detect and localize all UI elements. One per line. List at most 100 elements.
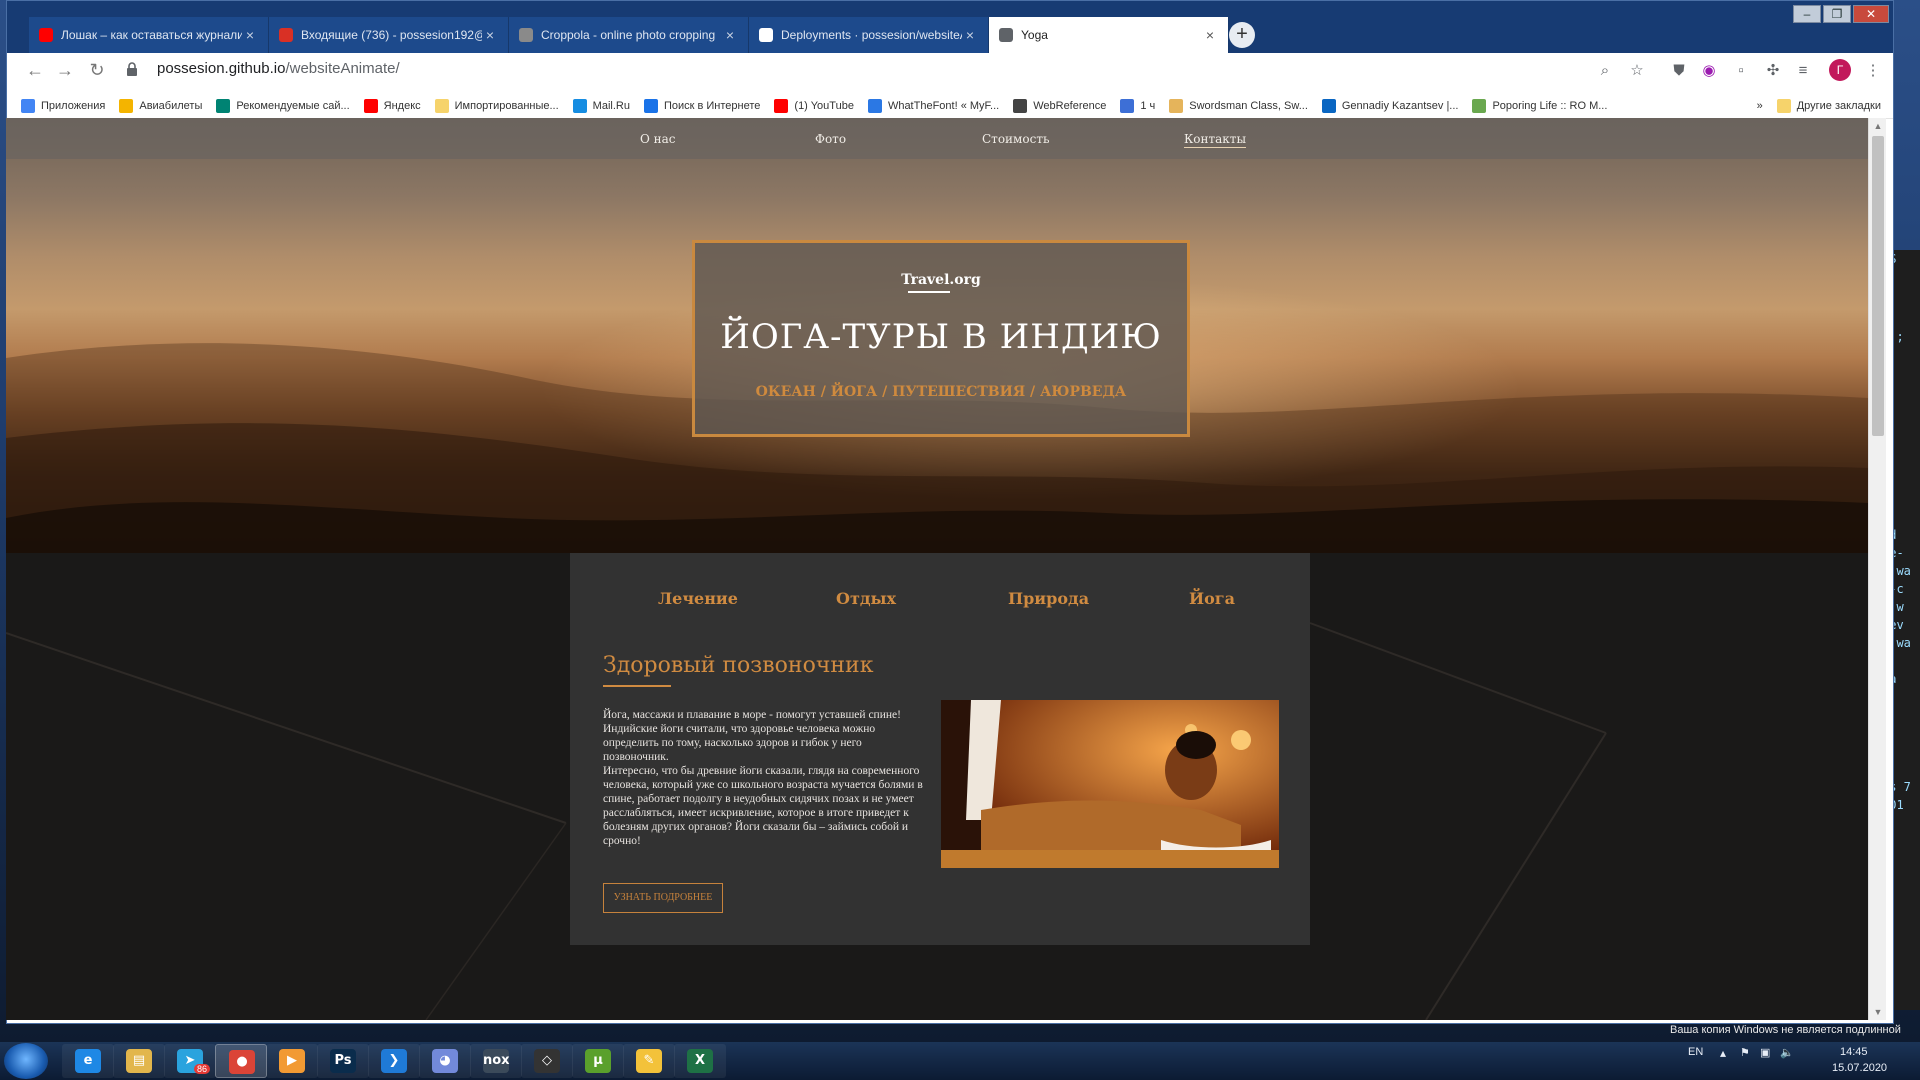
bookmark-label: Mail.Ru [592, 99, 630, 112]
shield-extension-icon[interactable]: ⛊ [1669, 61, 1689, 81]
other-bookmarks[interactable]: Другие закладки [1776, 98, 1881, 113]
bookmark-item[interactable]: WhatTheFont! « MyF... [867, 98, 999, 113]
bookmark-item[interactable]: Рекомендуемые сай... [216, 98, 350, 113]
taskbar-ie[interactable]: e [62, 1044, 114, 1078]
lock-icon[interactable] [125, 61, 139, 77]
myfonts-icon [867, 98, 882, 113]
nav-about[interactable]: О нас [640, 132, 676, 146]
taskbar-utorrent[interactable]: µ [572, 1044, 624, 1078]
bookmark-item[interactable]: Mail.Ru [572, 98, 630, 113]
bookmark-item[interactable]: Приложения [21, 98, 105, 113]
close-tab-icon[interactable]: × [962, 27, 978, 43]
folder-icon [434, 98, 449, 113]
unity-icon: ◇ [534, 1049, 560, 1073]
tray-up-arrow-icon[interactable]: ▴ [1720, 1046, 1726, 1060]
forward-arrow-icon[interactable]: → [55, 60, 75, 80]
bing-icon [216, 98, 231, 113]
taskbar-vscode[interactable]: ❯ [368, 1044, 420, 1078]
close-window-button[interactable]: ✕ [1853, 5, 1889, 23]
minimize-button[interactable]: – [1793, 5, 1821, 23]
taskbar-photoshop[interactable]: Ps [317, 1044, 369, 1078]
address-bar[interactable]: possesion.github.io/websiteAnimate/ [157, 60, 400, 77]
clock-time[interactable]: 14:45 [1840, 1046, 1868, 1058]
browser-tab[interactable]: Лошак – как оставаться журналист × [29, 17, 269, 53]
menu-kebab-icon[interactable]: ⋮ [1863, 61, 1883, 81]
tab-nature[interactable]: Природа [1008, 589, 1089, 608]
browser-tab[interactable]: Croppola - online photo cropping × [509, 17, 749, 53]
start-button[interactable] [4, 1043, 48, 1079]
browser-tab[interactable]: Yoga × [989, 17, 1229, 53]
bookmark-item[interactable]: WebReference [1013, 98, 1106, 113]
tab-yoga[interactable]: Йога [1189, 589, 1235, 608]
media-queue-icon[interactable]: ≡ [1793, 61, 1813, 81]
tab-title: Croppola - online photo cropping [541, 28, 716, 42]
learn-more-button[interactable]: УЗНАТЬ ПОДРОБНЕЕ [603, 883, 723, 913]
close-tab-icon[interactable]: × [482, 27, 498, 43]
close-tab-icon[interactable]: × [1202, 27, 1218, 43]
scrollbar-thumb[interactable] [1872, 136, 1884, 436]
reload-icon[interactable]: ↻ [87, 60, 107, 80]
tab-rest[interactable]: Отдых [836, 589, 896, 608]
discord-icon: ◕ [432, 1049, 458, 1073]
puzzle-icon[interactable]: ✣ [1763, 61, 1783, 81]
ie-icon: e [75, 1049, 101, 1073]
hero-subtitle: ОКЕАН / ЙОГА / ПУТЕШЕСТВИЯ / АЮРВЕДА [755, 384, 1127, 400]
tab-treatment[interactable]: Лечение [658, 589, 738, 608]
hero-brand[interactable]: Travel.org [695, 272, 1187, 288]
flag-icon[interactable]: ⚑ [1740, 1046, 1750, 1059]
yandex-icon [363, 98, 378, 113]
star-icon[interactable]: ☆ [1627, 61, 1647, 81]
taskbar-editor[interactable]: ✎ [623, 1044, 675, 1078]
zoom-icon[interactable]: ⌕ [1595, 61, 1615, 81]
new-tab-button[interactable]: + [1229, 22, 1255, 48]
bookmark-label: Рекомендуемые сай... [236, 99, 350, 112]
taskbar-unity[interactable]: ◇ [521, 1044, 573, 1078]
browser-tab[interactable]: Входящие (736) - possesion192@g × [269, 17, 509, 53]
close-tab-icon[interactable]: × [722, 27, 738, 43]
info-card: Лечение Отдых Природа Йога Здоровый позв… [570, 553, 1310, 945]
blank-extension-icon[interactable]: ▫ [1731, 61, 1751, 81]
browser-tab[interactable]: Deployments · possesion/websiteAn × [749, 17, 989, 53]
cast-extension-icon[interactable]: ◉ [1699, 61, 1719, 81]
overflow-icon: » [1756, 99, 1763, 112]
language-indicator[interactable]: EN [1688, 1046, 1703, 1058]
bookmark-item[interactable]: (1) YouTube [774, 98, 854, 113]
brand-underline [908, 291, 950, 293]
bookmark-item[interactable]: Gennadiy Kazantsev |... [1321, 98, 1458, 113]
profile-avatar[interactable]: Г [1829, 59, 1851, 81]
taskbar-discord[interactable]: ◕ [419, 1044, 471, 1078]
bookmark-item[interactable]: Импортированные... [434, 98, 559, 113]
close-tab-icon[interactable]: × [242, 27, 258, 43]
network-icon[interactable]: ▣ [1760, 1046, 1770, 1059]
maximize-button[interactable]: ❐ [1823, 5, 1851, 23]
hero-box: Travel.org ЙОГА-ТУРЫ В ИНДИЮ ОКЕАН / ЙОГ… [692, 240, 1190, 437]
nav-contacts[interactable]: Контакты [1184, 132, 1246, 148]
taskbar-media[interactable]: ▶ [266, 1044, 318, 1078]
scroll-down-icon[interactable]: ▼ [1872, 1006, 1884, 1018]
bookmark-item[interactable]: Poporing Life :: RO M... [1472, 98, 1608, 113]
page-scrollbar[interactable]: ▲ ▼ [1868, 118, 1886, 1020]
globe-icon [999, 28, 1013, 42]
clock-date[interactable]: 15.07.2020 [1832, 1062, 1887, 1074]
taskbar-explorer[interactable]: ▤ [113, 1044, 165, 1078]
taskbar-nox[interactable]: nox [470, 1044, 522, 1078]
bookmark-item[interactable]: Яндекс [363, 98, 421, 113]
taskbar-chrome[interactable]: ● [215, 1044, 267, 1078]
nav-prices[interactable]: Стоимость [982, 132, 1050, 146]
bookmark-item[interactable]: 1 ч [1120, 98, 1155, 113]
bookmark-item[interactable]: Поиск в Интернете [643, 98, 760, 113]
bookmark-item[interactable]: Swordsman Class, Sw... [1169, 98, 1308, 113]
bookmarks-overflow-button[interactable]: » [1757, 100, 1763, 112]
vscode-icon: ❯ [381, 1049, 407, 1073]
youtube-icon [39, 28, 53, 42]
bookmark-item[interactable]: Авиабилеты [119, 98, 202, 113]
nav-photo[interactable]: Фото [815, 132, 846, 146]
scroll-up-icon[interactable]: ▲ [1872, 120, 1884, 132]
bookmark-label: Яндекс [383, 99, 421, 112]
volume-icon[interactable]: 🔈 [1780, 1046, 1794, 1059]
taskbar-telegram[interactable]: ➤ 86 [164, 1044, 216, 1078]
taskbar-excel[interactable]: X [674, 1044, 726, 1078]
media-icon: ▶ [279, 1049, 305, 1073]
bookmark-label: Poporing Life :: RO M... [1492, 99, 1608, 112]
back-arrow-icon[interactable]: ← [25, 60, 45, 80]
